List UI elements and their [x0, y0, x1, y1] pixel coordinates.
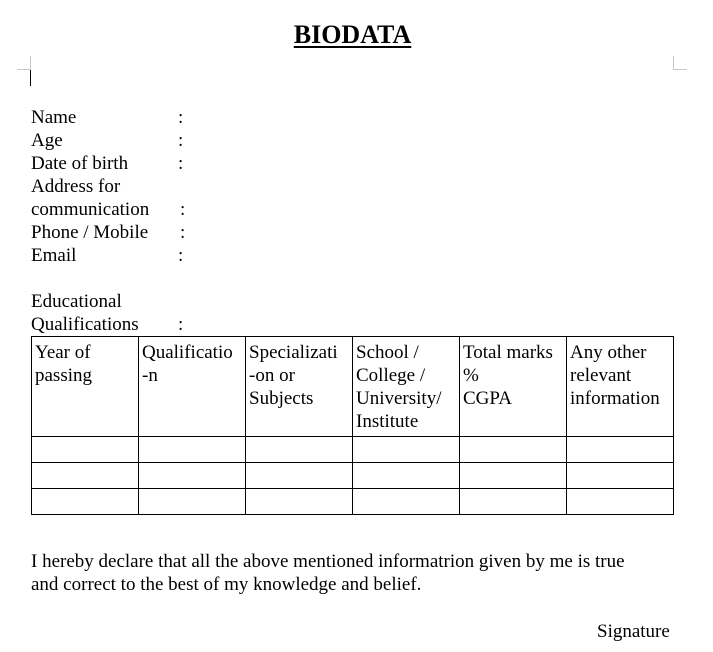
table-cell[interactable] [138, 462, 246, 489]
field-label-date-of-birth: Date of birth [31, 153, 129, 174]
table-cell[interactable] [566, 436, 674, 463]
header-other-info[interactable]: Any other relevant information [566, 336, 674, 437]
field-colon: : [178, 245, 184, 266]
field-colon: : [178, 130, 184, 151]
text-cursor[interactable] [30, 70, 31, 86]
table-cell[interactable] [352, 488, 460, 515]
education-label-line1: Educational [31, 291, 122, 312]
header-institution[interactable]: School / College / University/ Institute [352, 336, 460, 437]
declaration-line: and correct to the best of my knowledge … [31, 574, 422, 595]
table-row [31, 462, 674, 489]
header-specialization[interactable]: Specializati -on or Subjects [245, 336, 353, 437]
declaration-paragraph: I hereby declare that all the above ment… [31, 550, 681, 596]
signature-label: Signature [597, 621, 670, 642]
field-colon: : [178, 153, 184, 174]
education-table: Year of passing Qualificatio -n Speciali… [31, 336, 674, 515]
field-label-email: Email [31, 245, 77, 266]
field-colon: : [180, 199, 186, 220]
table-row [31, 436, 674, 463]
table-cell[interactable] [138, 436, 246, 463]
page-corner-marker-top-right [673, 56, 674, 69]
table-cell[interactable] [459, 488, 567, 515]
table-cell[interactable] [352, 462, 460, 489]
table-cell[interactable] [245, 462, 353, 489]
education-label-line2: Qualifications [31, 314, 139, 335]
field-label-address-line1: Address for [31, 176, 121, 197]
table-cell[interactable] [31, 436, 139, 463]
header-total-marks[interactable]: Total marks % CGPA [459, 336, 567, 437]
document-title: BIODATA [293, 20, 412, 49]
declaration-line: I hereby declare that all the above ment… [31, 551, 625, 572]
header-year-of-passing[interactable]: Year of passing [31, 336, 139, 437]
page-corner-marker-top-left [17, 69, 31, 70]
table-cell[interactable] [566, 462, 674, 489]
field-label-name: Name [31, 107, 77, 128]
table-cell[interactable] [31, 488, 139, 515]
education-colon: : [178, 314, 184, 335]
field-label-phone: Phone / Mobile [31, 222, 149, 243]
table-row [31, 488, 674, 515]
table-cell[interactable] [459, 462, 567, 489]
field-colon: : [178, 107, 184, 128]
field-colon: : [180, 222, 186, 243]
field-label-address-line2: communication [31, 199, 150, 220]
table-header-row: Year of passing Qualificatio -n Speciali… [31, 336, 674, 437]
table-cell[interactable] [138, 488, 246, 515]
field-label-age: Age [31, 130, 63, 151]
table-cell[interactable] [566, 488, 674, 515]
table-cell[interactable] [352, 436, 460, 463]
page-corner-marker-top-right [673, 69, 687, 70]
table-cell[interactable] [245, 488, 353, 515]
header-qualification[interactable]: Qualificatio -n [138, 336, 246, 437]
table-cell[interactable] [31, 462, 139, 489]
table-cell[interactable] [459, 436, 567, 463]
page-corner-marker-top-left [30, 56, 31, 69]
table-cell[interactable] [245, 436, 353, 463]
